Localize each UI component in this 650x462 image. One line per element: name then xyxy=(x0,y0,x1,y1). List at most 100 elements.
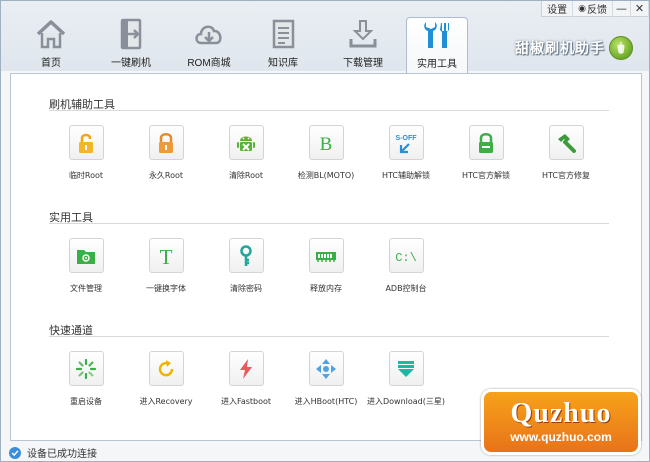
minimize-button[interactable]: — xyxy=(613,0,631,17)
item-label: 文件管理 xyxy=(70,284,102,293)
feedback-label: 反馈 xyxy=(587,5,607,16)
item-label: 重启设备 xyxy=(70,397,102,406)
perm-root-button[interactable]: 永久Root xyxy=(126,125,206,189)
item-label: 清除密码 xyxy=(230,284,262,293)
watermark-url: www.quzhuo.com xyxy=(510,430,612,444)
recovery-arrow-icon xyxy=(158,359,174,376)
feedback-icon: ◉ xyxy=(578,3,586,13)
item-label: HTC官方修复 xyxy=(541,171,591,180)
icon-frame xyxy=(308,351,344,386)
android-clear-icon xyxy=(237,136,255,151)
free-memory-button[interactable]: 释放内存 xyxy=(286,238,366,302)
check-bootloader-button[interactable]: B 检测BL(MOTO) xyxy=(286,125,366,189)
settings-button[interactable]: 设置 xyxy=(542,0,574,17)
section-divider xyxy=(49,223,609,224)
icon-frame xyxy=(148,125,184,160)
feedback-button[interactable]: ◉ 反馈 xyxy=(573,0,613,17)
key-icon xyxy=(240,244,252,266)
icon-frame: B xyxy=(308,125,344,160)
htc-official-repair-button[interactable]: HTC官方修复 xyxy=(526,125,606,189)
item-label: 进入HBoot(HTC) xyxy=(294,397,358,406)
close-button[interactable]: ✕ xyxy=(631,0,649,17)
adb-console-button[interactable]: C:\ ADB控制台 xyxy=(366,238,446,302)
flash-door-icon xyxy=(120,18,142,50)
check-icon xyxy=(9,446,21,459)
icon-frame xyxy=(68,238,104,273)
htc-assist-unlock-button[interactable]: S-OFF HTC辅助解锁 xyxy=(366,125,446,189)
tab-rom-store[interactable]: ROM商城 xyxy=(173,17,245,73)
console-icon: C:\ xyxy=(395,251,417,265)
file-manager-button[interactable]: 文件管理 xyxy=(46,238,126,302)
folder-icon xyxy=(77,249,95,264)
svg-text:S-OFF: S-OFF xyxy=(396,135,418,142)
item-label: 检测BL(MOTO) xyxy=(297,171,355,180)
icon-frame: C:\ xyxy=(388,238,424,273)
enter-recovery-button[interactable]: 进入Recovery xyxy=(126,351,206,415)
bootloader-b-icon: B xyxy=(320,134,333,155)
item-label: HTC辅助解锁 xyxy=(381,171,431,180)
item-label: 清除Root xyxy=(228,171,264,180)
font-t-icon: T xyxy=(160,245,173,268)
tools-panel: 刷机辅助工具 临时Root 永久Root 清除Root B 检测BL(MOTO)… xyxy=(10,73,642,441)
restart-device-button[interactable]: 重启设备 xyxy=(46,351,126,415)
titlebar-controls: 设置 ◉ 反馈 — ✕ xyxy=(541,0,649,17)
section-divider xyxy=(49,110,609,111)
icon-frame xyxy=(388,351,424,386)
htc-official-unlock-button[interactable]: HTC官方解锁 xyxy=(446,125,526,189)
lock-orange-icon xyxy=(159,132,173,153)
item-label: 永久Root xyxy=(148,171,184,180)
item-label: 进入Fastboot xyxy=(220,397,272,406)
change-font-button[interactable]: T 一键换字体 xyxy=(126,238,206,302)
icon-frame xyxy=(148,351,184,386)
restart-spinner-icon xyxy=(75,358,97,379)
clear-root-button[interactable]: 清除Root xyxy=(206,125,286,189)
icon-frame xyxy=(468,125,504,160)
tab-home[interactable]: 首页 xyxy=(15,17,87,73)
brand-name: 甜椒刷机助手 xyxy=(515,40,605,56)
item-label: 临时Root xyxy=(68,171,104,180)
cloud-download-icon xyxy=(195,25,222,45)
icon-frame xyxy=(228,351,264,386)
brand: 甜椒刷机助手 xyxy=(515,35,633,61)
settings-label: 设置 xyxy=(547,5,568,16)
icon-frame xyxy=(68,351,104,386)
tab-label: 首页 xyxy=(41,58,61,69)
lightning-icon xyxy=(240,358,252,379)
enter-fastboot-button[interactable]: 进入Fastboot xyxy=(206,351,286,415)
tab-label: 知识库 xyxy=(268,58,298,69)
tab-label: 下载管理 xyxy=(343,58,383,69)
download-tray-icon xyxy=(349,20,377,48)
temp-root-button[interactable]: 临时Root xyxy=(46,125,126,189)
lock-green-icon xyxy=(479,132,493,153)
tab-one-click-flash[interactable]: 一键刷机 xyxy=(95,17,167,73)
tab-label: 实用工具 xyxy=(417,59,457,70)
hammer-icon xyxy=(558,133,576,153)
tab-utility-tools[interactable]: 实用工具 xyxy=(406,17,468,74)
dpad-icon xyxy=(316,358,336,379)
enter-download-button[interactable]: 进入Download(三星) xyxy=(366,351,446,415)
item-label: 一键换字体 xyxy=(146,284,186,293)
enter-hboot-button[interactable]: 进入HBoot(HTC) xyxy=(286,351,366,415)
watermark-title: Quzhuo xyxy=(510,398,612,429)
tab-download-manager[interactable]: 下载管理 xyxy=(327,17,399,73)
icon-frame xyxy=(228,238,264,273)
watermark-badge: Quzhuo www.quzhuo.com xyxy=(481,389,641,455)
pepper-logo-icon xyxy=(609,36,633,60)
home-icon xyxy=(36,20,66,49)
icon-frame xyxy=(308,238,344,273)
main-nav: 首页 一键刷机 ROM商城 知识库 下载管理 实用工具 甜椒刷机助手 xyxy=(1,17,650,74)
svg-text:B: B xyxy=(320,134,333,155)
tools-icon xyxy=(424,22,449,48)
item-label: 进入Download(三星) xyxy=(366,397,445,406)
item-label: ADB控制台 xyxy=(385,284,427,293)
s-off-icon: S-OFF xyxy=(396,135,418,153)
icon-frame xyxy=(548,125,584,160)
clear-password-button[interactable]: 清除密码 xyxy=(206,238,286,302)
tab-knowledge-base[interactable]: 知识库 xyxy=(247,17,319,73)
item-label: 进入Recovery xyxy=(139,397,193,406)
icon-frame: S-OFF xyxy=(388,125,424,160)
icon-frame xyxy=(68,125,104,160)
memory-icon xyxy=(316,251,336,262)
item-label: 释放内存 xyxy=(310,284,342,293)
section-divider xyxy=(49,336,609,337)
